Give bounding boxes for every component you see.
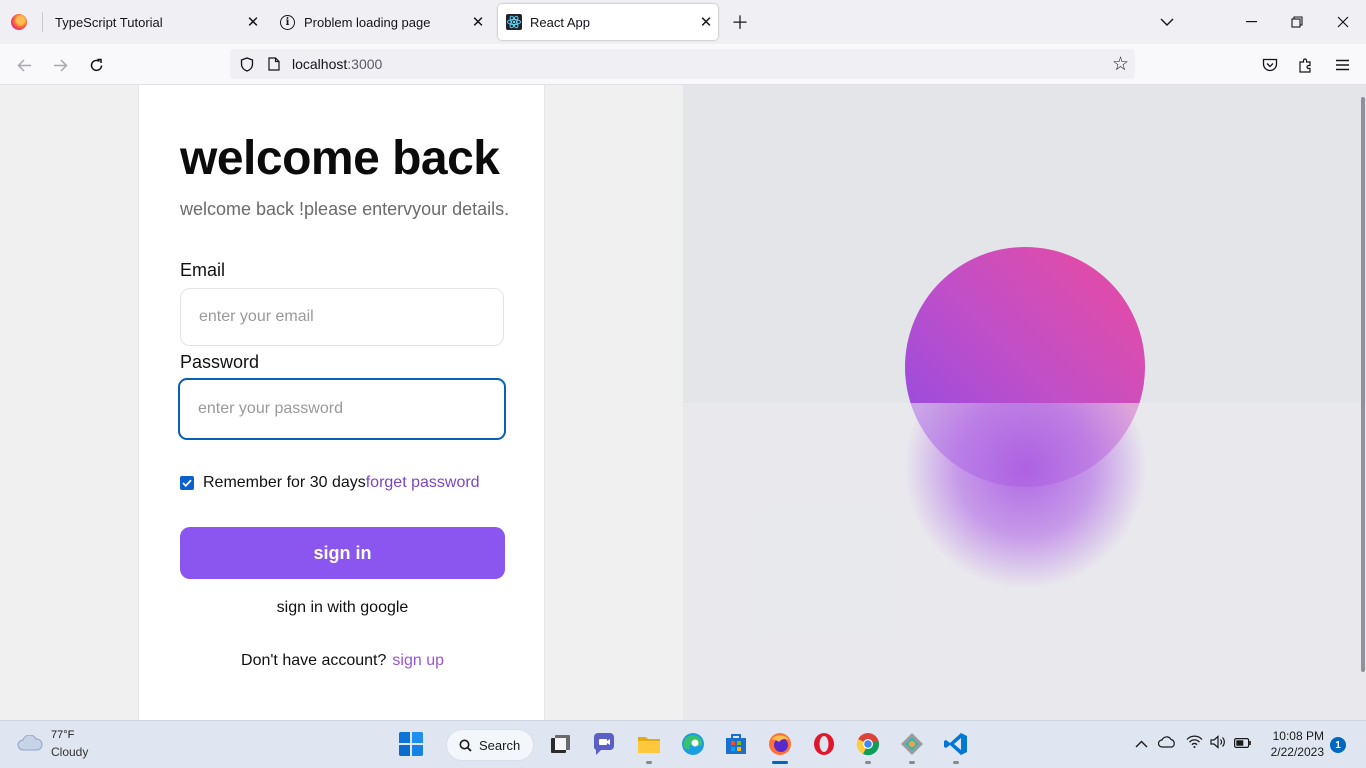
forward-arrow-icon <box>53 58 68 72</box>
sign-in-with-google-button[interactable]: sign in with google <box>180 595 505 621</box>
url-port: :3000 <box>347 56 383 72</box>
chrome-icon[interactable] <box>855 731 881 757</box>
app-menu-button[interactable] <box>1328 51 1356 79</box>
url-text: localhost:3000 <box>292 56 382 72</box>
page-viewport: welcome back welcome back !please enterv… <box>0 85 1366 720</box>
decorative-art-panel <box>683 85 1366 720</box>
firefox-icon[interactable] <box>767 731 793 757</box>
email-field[interactable] <box>180 288 504 346</box>
close-icon <box>1337 16 1349 28</box>
clock-time[interactable]: 10:08 PM <box>1272 729 1324 743</box>
running-indicator <box>865 761 871 764</box>
minimize-button[interactable] <box>1228 7 1274 37</box>
remember-checkbox[interactable] <box>180 476 194 490</box>
battery-icon[interactable] <box>1234 735 1251 752</box>
task-view-icon[interactable] <box>547 731 573 757</box>
search-icon <box>459 739 472 752</box>
pocket-icon <box>1262 58 1278 71</box>
remember-label[interactable]: Remember for 30 days <box>203 474 366 492</box>
forgot-password-link[interactable]: forget password <box>366 474 480 492</box>
forward-button[interactable] <box>46 51 74 79</box>
weather-description[interactable]: Cloudy <box>51 745 88 759</box>
reload-button[interactable] <box>82 51 110 79</box>
tab-title: React App <box>530 14 590 30</box>
hamburger-menu-icon <box>1335 59 1349 71</box>
restore-button[interactable] <box>1274 7 1320 37</box>
chevron-down-icon <box>1160 18 1174 26</box>
show-hidden-icons-chevron-icon[interactable] <box>1135 735 1148 752</box>
windows-taskbar: 77°F Cloudy Search 10:08 PM 2/22/2023 1 <box>0 720 1366 768</box>
pocket-button[interactable] <box>1256 51 1284 79</box>
page-subtitle: welcome back !please entervyour details. <box>180 199 510 219</box>
firefox-menu-icon[interactable] <box>11 14 27 30</box>
email-label: Email <box>180 260 226 280</box>
tracking-protection-shield-icon[interactable] <box>240 56 254 72</box>
tab-typescript-tutorial[interactable]: TypeScript Tutorial ✕ <box>47 4 265 40</box>
taskbar-search-button[interactable]: Search <box>446 729 534 761</box>
sign-up-link[interactable]: sign up <box>392 652 444 669</box>
store-icon[interactable] <box>723 731 749 757</box>
tab-react-app[interactable]: React App ✕ <box>498 4 718 40</box>
restore-icon <box>1291 16 1303 28</box>
login-form-panel: welcome back welcome back !please enterv… <box>138 85 545 720</box>
remember-row: Remember for 30 days forget password <box>180 474 480 492</box>
react-icon <box>506 14 522 30</box>
tab-title: Problem loading page <box>304 14 431 30</box>
new-tab-button[interactable]: ＋ <box>726 8 754 36</box>
tab-divider <box>42 12 43 32</box>
running-indicator <box>909 761 915 764</box>
password-label: Password <box>180 352 260 372</box>
list-all-tabs-button[interactable] <box>1153 8 1181 36</box>
url-host: localhost <box>292 56 348 72</box>
cloud-icon[interactable] <box>17 735 43 751</box>
edge-icon[interactable] <box>680 731 706 757</box>
no-account-text: Don't have account? <box>241 652 387 669</box>
tab-problem-loading-page[interactable]: i Problem loading page ✕ <box>272 4 490 40</box>
file-explorer-icon[interactable] <box>636 731 662 757</box>
running-indicator <box>953 761 959 764</box>
active-app-indicator <box>772 761 788 764</box>
page-info-icon[interactable] <box>268 57 280 71</box>
vertical-scrollbar[interactable] <box>1361 97 1365 672</box>
clock-date[interactable]: 2/22/2023 <box>1262 745 1324 759</box>
git-kraken-icon[interactable] <box>899 731 925 757</box>
page-title: welcome back <box>180 132 500 185</box>
reload-icon <box>90 58 102 71</box>
info-icon: i <box>280 14 295 30</box>
onedrive-cloud-icon[interactable] <box>1157 735 1176 752</box>
minimize-icon <box>1245 21 1257 23</box>
vscode-icon[interactable] <box>943 731 969 757</box>
tab-title: TypeScript Tutorial <box>55 14 163 30</box>
close-tab-icon[interactable]: ✕ <box>241 10 265 34</box>
address-bar[interactable]: localhost:3000 ☆ <box>230 49 1135 79</box>
signup-prompt: Don't have account? sign up <box>180 652 505 670</box>
checkmark-icon <box>182 479 192 487</box>
teams-chat-icon[interactable] <box>591 731 617 757</box>
wifi-icon[interactable] <box>1186 735 1203 752</box>
opera-icon[interactable] <box>811 731 837 757</box>
tab-strip: TypeScript Tutorial ✕ i Problem loading … <box>0 0 1366 44</box>
bookmark-star-icon[interactable]: ☆ <box>1112 53 1129 76</box>
start-icon[interactable] <box>398 731 424 757</box>
notification-badge[interactable]: 1 <box>1330 737 1346 753</box>
close-window-button[interactable] <box>1320 7 1366 37</box>
blurred-circle-reflection <box>898 403 1153 593</box>
running-indicator <box>646 761 652 764</box>
extensions-button[interactable] <box>1292 51 1320 79</box>
password-field[interactable] <box>178 378 506 440</box>
frosted-glass-overlay <box>683 403 1366 720</box>
volume-icon[interactable] <box>1210 735 1227 753</box>
navigation-toolbar: localhost:3000 ☆ <box>0 44 1366 85</box>
puzzle-icon <box>1299 58 1311 73</box>
back-button[interactable] <box>10 51 38 79</box>
weather-temperature[interactable]: 77°F <box>51 729 74 741</box>
close-tab-icon[interactable]: ✕ <box>466 10 490 34</box>
sign-in-button[interactable]: sign in <box>180 527 505 579</box>
search-label: Search <box>479 737 521 753</box>
back-arrow-icon <box>16 58 31 72</box>
close-tab-icon[interactable]: ✕ <box>694 10 718 34</box>
